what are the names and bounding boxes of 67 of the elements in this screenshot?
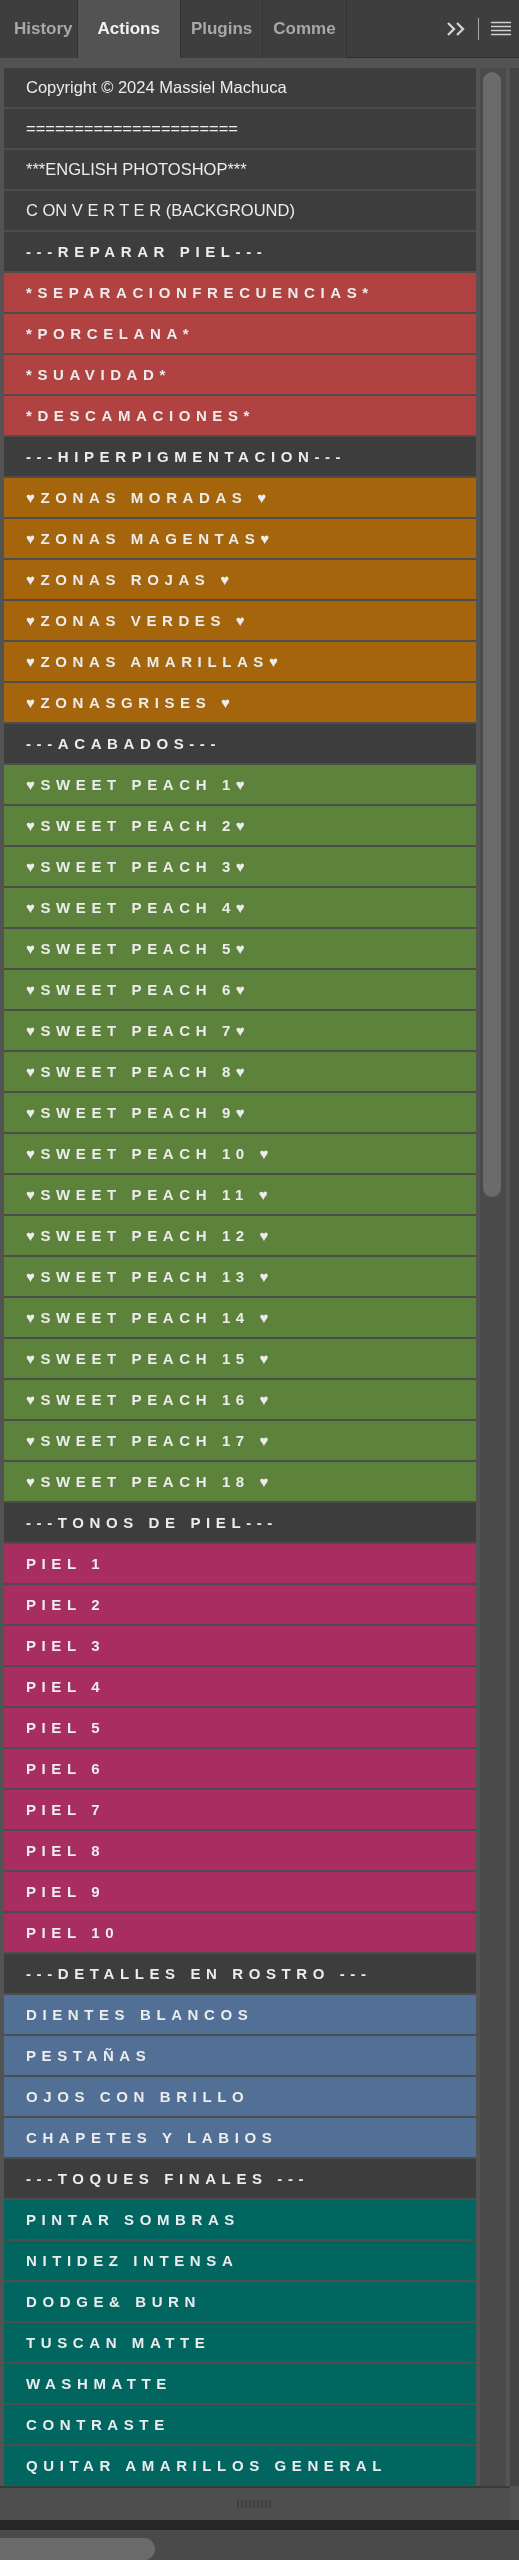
action-button[interactable]: Copyright © 2024 Massiel Machuca (4, 68, 476, 107)
action-button[interactable]: CONTRASTE (4, 2405, 476, 2444)
action-button[interactable]: ♥SWEET PEACH 4♥ (4, 888, 476, 927)
action-button[interactable]: OJOS CON BRILLO (4, 2077, 476, 2116)
action-button[interactable]: *SEPARACIONFRECUENCIAS* (4, 273, 476, 312)
action-button[interactable]: *PORCELANA* (4, 314, 476, 353)
action-button[interactable]: ♥SWEET PEACH 6♥ (4, 970, 476, 1009)
action-button[interactable]: PIEL 6 (4, 1749, 476, 1788)
action-button[interactable]: ♥ZONAS ROJAS ♥ (4, 560, 476, 599)
action-button[interactable]: ---TONOS DE PIEL--- (4, 1503, 476, 1542)
action-button[interactable]: ♥ZONASGRISES ♥ (4, 683, 476, 722)
action-button[interactable]: *DESCAMACIONES* (4, 396, 476, 435)
action-button[interactable]: ---DETALLES EN ROSTRO --- (4, 1954, 476, 1993)
action-button[interactable]: ---ACABADOS--- (4, 724, 476, 763)
action-button[interactable]: ---HIPERPIGMENTACION--- (4, 437, 476, 476)
action-button[interactable]: PIEL 1 (4, 1544, 476, 1583)
action-button[interactable]: ====================== (4, 109, 476, 148)
action-button[interactable]: ***ENGLISH PHOTOSHOP*** (4, 150, 476, 189)
action-button[interactable]: NITIDEZ INTENSA (4, 2241, 476, 2280)
action-button[interactable]: ♥SWEET PEACH 8♥ (4, 1052, 476, 1091)
scrollbar-thumb[interactable] (483, 72, 501, 1197)
action-button[interactable]: C ON V E R T E R (BACKGROUND) (4, 191, 476, 230)
action-button[interactable]: PIEL 5 (4, 1708, 476, 1747)
action-button[interactable]: PIEL 7 (4, 1790, 476, 1829)
action-button[interactable]: ♥SWEET PEACH 16 ♥ (4, 1380, 476, 1419)
action-button[interactable]: ---TOQUES FINALES --- (4, 2159, 476, 2198)
action-button[interactable]: ♥SWEET PEACH 13 ♥ (4, 1257, 476, 1296)
panel-tab[interactable]: Plugins (180, 0, 264, 58)
action-button[interactable]: ♥SWEET PEACH 9♥ (4, 1093, 476, 1132)
panel-tab[interactable]: Actions (77, 0, 181, 58)
action-button[interactable]: ♥SWEET PEACH 5♥ (4, 929, 476, 968)
action-button[interactable]: PIEL 3 (4, 1626, 476, 1665)
action-button[interactable]: ♥SWEET PEACH 18 ♥ (4, 1462, 476, 1501)
double-chevron-icon[interactable] (446, 20, 466, 37)
action-button[interactable]: PIEL 9 (4, 1872, 476, 1911)
action-button[interactable]: ♥ZONAS MORADAS ♥ (4, 478, 476, 517)
action-button[interactable]: ♥ZONAS VERDES ♥ (4, 601, 476, 640)
action-button[interactable]: WASHMATTE (4, 2364, 476, 2403)
action-button[interactable]: DIENTES BLANCOS (4, 1995, 476, 2034)
action-button[interactable]: PESTAÑAS (4, 2036, 476, 2075)
action-button[interactable]: CHAPETES Y LABIOS (4, 2118, 476, 2157)
action-button[interactable]: ♥SWEET PEACH 17 ♥ (4, 1421, 476, 1460)
action-button[interactable]: ♥SWEET PEACH 2♥ (4, 806, 476, 845)
action-button[interactable]: ♥SWEET PEACH 11 ♥ (4, 1175, 476, 1214)
action-button[interactable]: PINTAR SOMBRAS (4, 2200, 476, 2239)
action-button[interactable]: ♥ZONAS MAGENTAS♥ (4, 519, 476, 558)
action-button[interactable]: ♥SWEET PEACH 3♥ (4, 847, 476, 886)
action-button[interactable]: PIEL 8 (4, 1831, 476, 1870)
action-button[interactable]: TUSCAN MATTE (4, 2323, 476, 2362)
action-button[interactable]: PIEL 4 (4, 1667, 476, 1706)
panel-tab[interactable]: History (0, 0, 78, 58)
action-button[interactable]: PIEL 2 (4, 1585, 476, 1624)
action-button[interactable]: ♥SWEET PEACH 12 ♥ (4, 1216, 476, 1255)
menu-icon[interactable] (491, 20, 511, 37)
action-button[interactable]: ♥SWEET PEACH 14 ♥ (4, 1298, 476, 1337)
action-button[interactable]: ♥SWEET PEACH 7♥ (4, 1011, 476, 1050)
action-button[interactable]: ♥SWEET PEACH 1♥ (4, 765, 476, 804)
action-button[interactable]: ---REPARAR PIEL--- (4, 232, 476, 271)
action-button[interactable]: *SUAVIDAD* (4, 355, 476, 394)
scrollbar-thumb[interactable] (0, 2538, 155, 2560)
action-button[interactable]: QUITAR AMARILLOS GENERAL (4, 2446, 476, 2485)
panel-tab[interactable]: Comme (263, 0, 347, 58)
action-button[interactable]: ♥SWEET PEACH 15 ♥ (4, 1339, 476, 1378)
action-button[interactable]: ♥SWEET PEACH 10 ♥ (4, 1134, 476, 1173)
action-button[interactable]: ♥ZONAS AMARILLAS♥ (4, 642, 476, 681)
action-button[interactable]: DODGE& BURN (4, 2282, 476, 2321)
action-button[interactable]: PIEL 10 (4, 1913, 476, 1952)
